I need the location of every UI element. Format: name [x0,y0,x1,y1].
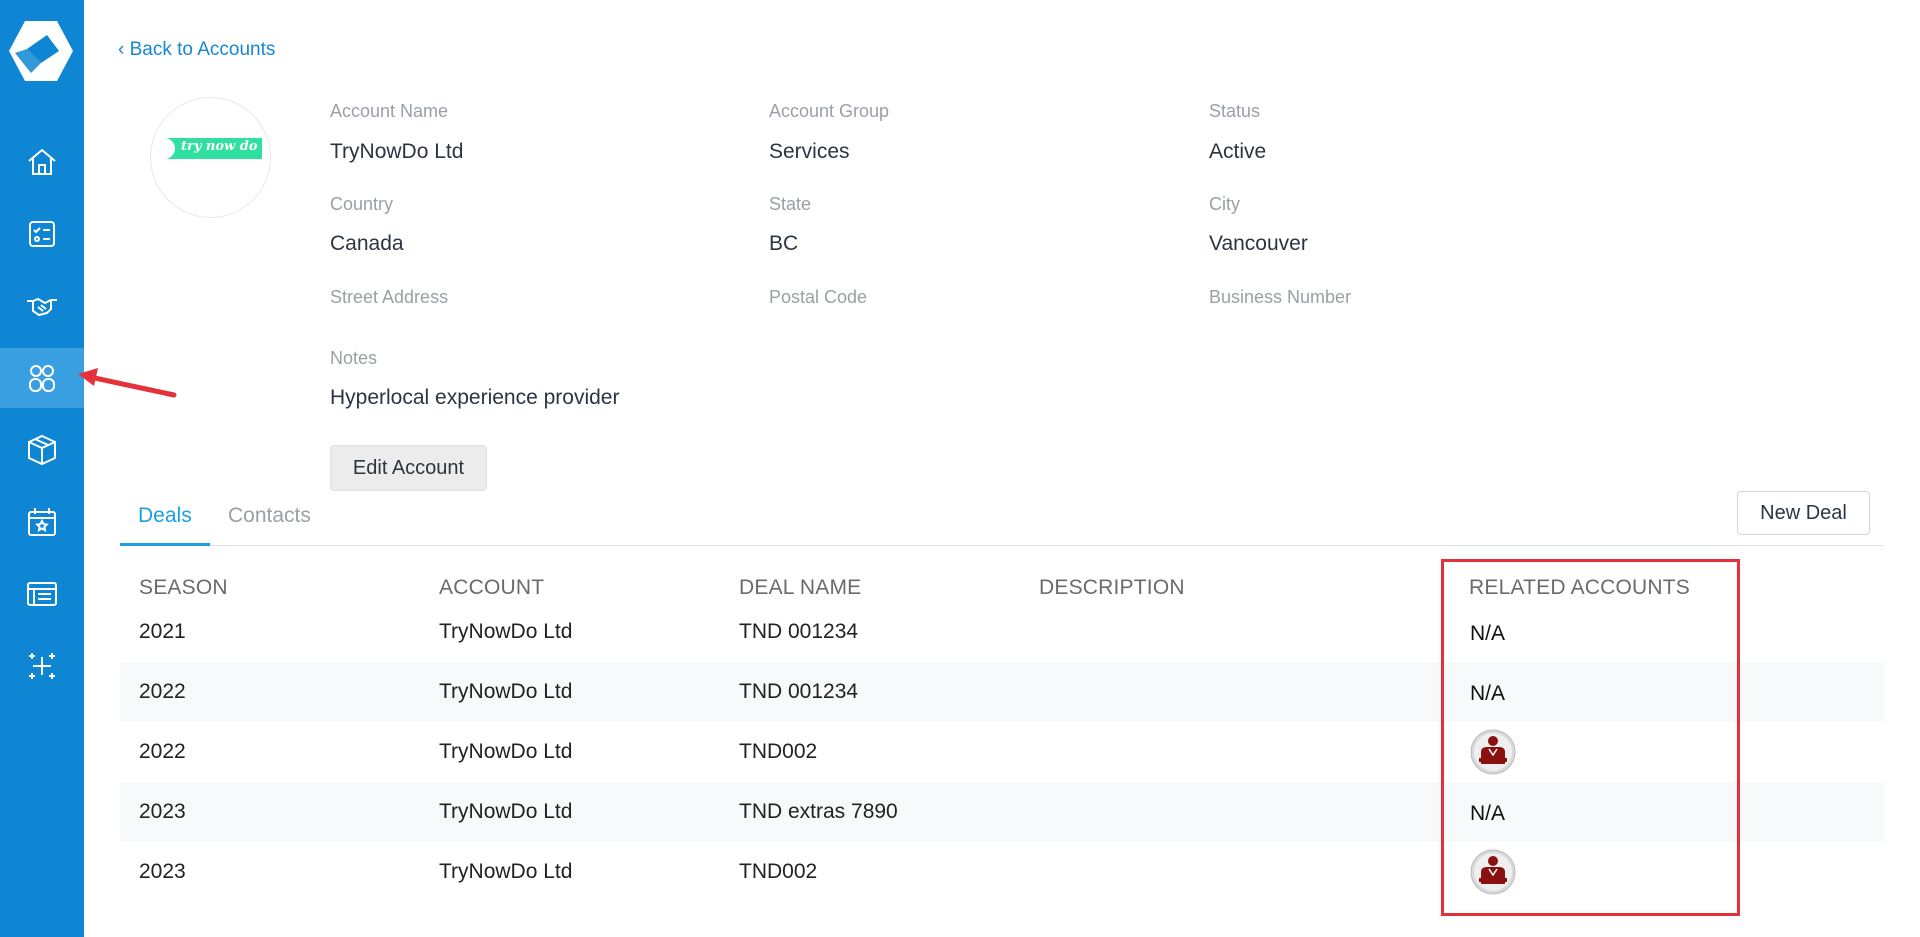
season-cell: 2023 [139,800,186,823]
app-logo-icon[interactable] [7,19,75,83]
account-group-value: Services [769,140,850,163]
account-cell: TryNowDo Ltd [439,860,573,883]
city-label: City [1209,194,1240,214]
state-label: State [769,194,812,214]
deal-name-cell: TND 001234 [739,680,859,703]
nav-analytics[interactable] [0,636,84,696]
table-row[interactable]: 2022 TryNowDo Ltd TND002 [120,722,1884,782]
season-cell: 2022 [139,680,186,703]
table-row[interactable]: 2023 TryNowDo Ltd TND extras 7890 N/A [120,782,1884,842]
related-accounts-cell: N/A [1470,802,1506,825]
account-avatar: try now do [150,97,271,218]
state-value: BC [769,232,799,255]
season-cell: 2021 [139,620,186,643]
handshake-icon [27,297,57,317]
deal-name-cell: TND extras 7890 [739,800,898,823]
column-header-season[interactable]: SEASON [139,576,228,600]
nav-tasks[interactable] [0,204,84,264]
checklist-icon [29,221,55,247]
account-cell: TryNowDo Ltd [439,680,573,703]
deal-name-cell: TND002 [739,860,818,883]
street-address-label: Street Address [330,287,449,307]
nav-home[interactable] [0,132,84,192]
chevron-left-icon: ‹ [118,39,130,60]
sparkle-icon [29,653,55,679]
column-header-deal-name[interactable]: DEAL NAME [739,576,861,600]
calendar-star-icon [28,508,56,536]
column-header-account[interactable]: ACCOUNT [439,576,544,600]
table-row[interactable]: 2021 TryNowDo Ltd TND 001234 N/A [120,602,1884,662]
account-cell: TryNowDo Ltd [439,740,573,763]
annotation-arrow-icon [78,368,177,398]
column-header-description[interactable]: DESCRIPTION [1039,576,1185,600]
account-name-value: TryNowDo Ltd [330,140,464,163]
account-logo-text: try now do [181,139,258,154]
accounts-icon [29,365,55,392]
list-panel-icon [27,582,57,606]
table-row[interactable]: 2022 TryNowDo Ltd TND 001234 N/A [120,662,1884,722]
edit-account-button[interactable]: Edit Account [330,445,487,491]
status-label: Status [1209,101,1261,121]
nav-products[interactable] [0,420,84,480]
back-link-label: Back to Accounts [129,39,276,60]
nav-reports[interactable] [0,564,84,624]
business-number-label: Business Number [1209,287,1352,307]
deal-name-cell: TND 001234 [739,620,859,643]
account-cell: TryNowDo Ltd [439,620,573,643]
column-header-related-accounts[interactable]: RELATED ACCOUNTS [1469,576,1690,600]
notes-value: Hyperlocal experience provider [330,386,620,409]
sidebar [0,0,84,937]
season-cell: 2023 [139,860,186,883]
tab-divider [120,545,1884,546]
country-value: Canada [330,232,404,255]
account-name-label: Account Name [330,101,449,121]
status-value: Active [1209,140,1267,163]
account-cell: TryNowDo Ltd [439,800,573,823]
back-to-accounts-link[interactable]: ‹ Back to Accounts [118,39,275,61]
related-account-person-icon[interactable] [1469,848,1517,896]
related-accounts-cell: N/A [1470,682,1506,705]
related-account-person-icon[interactable] [1469,728,1517,776]
table-row[interactable]: 2023 TryNowDo Ltd TND002 [120,842,1884,902]
account-group-label: Account Group [769,101,890,121]
postal-code-label: Postal Code [769,287,868,307]
active-tab-indicator [120,543,210,546]
nav-deals[interactable] [0,276,84,336]
new-deal-button[interactable]: New Deal [1737,491,1870,535]
home-icon [28,148,56,175]
country-label: Country [330,194,394,214]
notes-label: Notes [330,348,378,368]
season-cell: 2022 [139,740,186,763]
related-accounts-cell: N/A [1470,622,1506,645]
city-value: Vancouver [1209,232,1308,255]
deal-name-cell: TND002 [739,740,818,763]
tab-contacts[interactable]: Contacts [228,504,311,528]
nav-events[interactable] [0,492,84,552]
tab-deals[interactable]: Deals [138,504,192,528]
box-icon [28,434,56,466]
